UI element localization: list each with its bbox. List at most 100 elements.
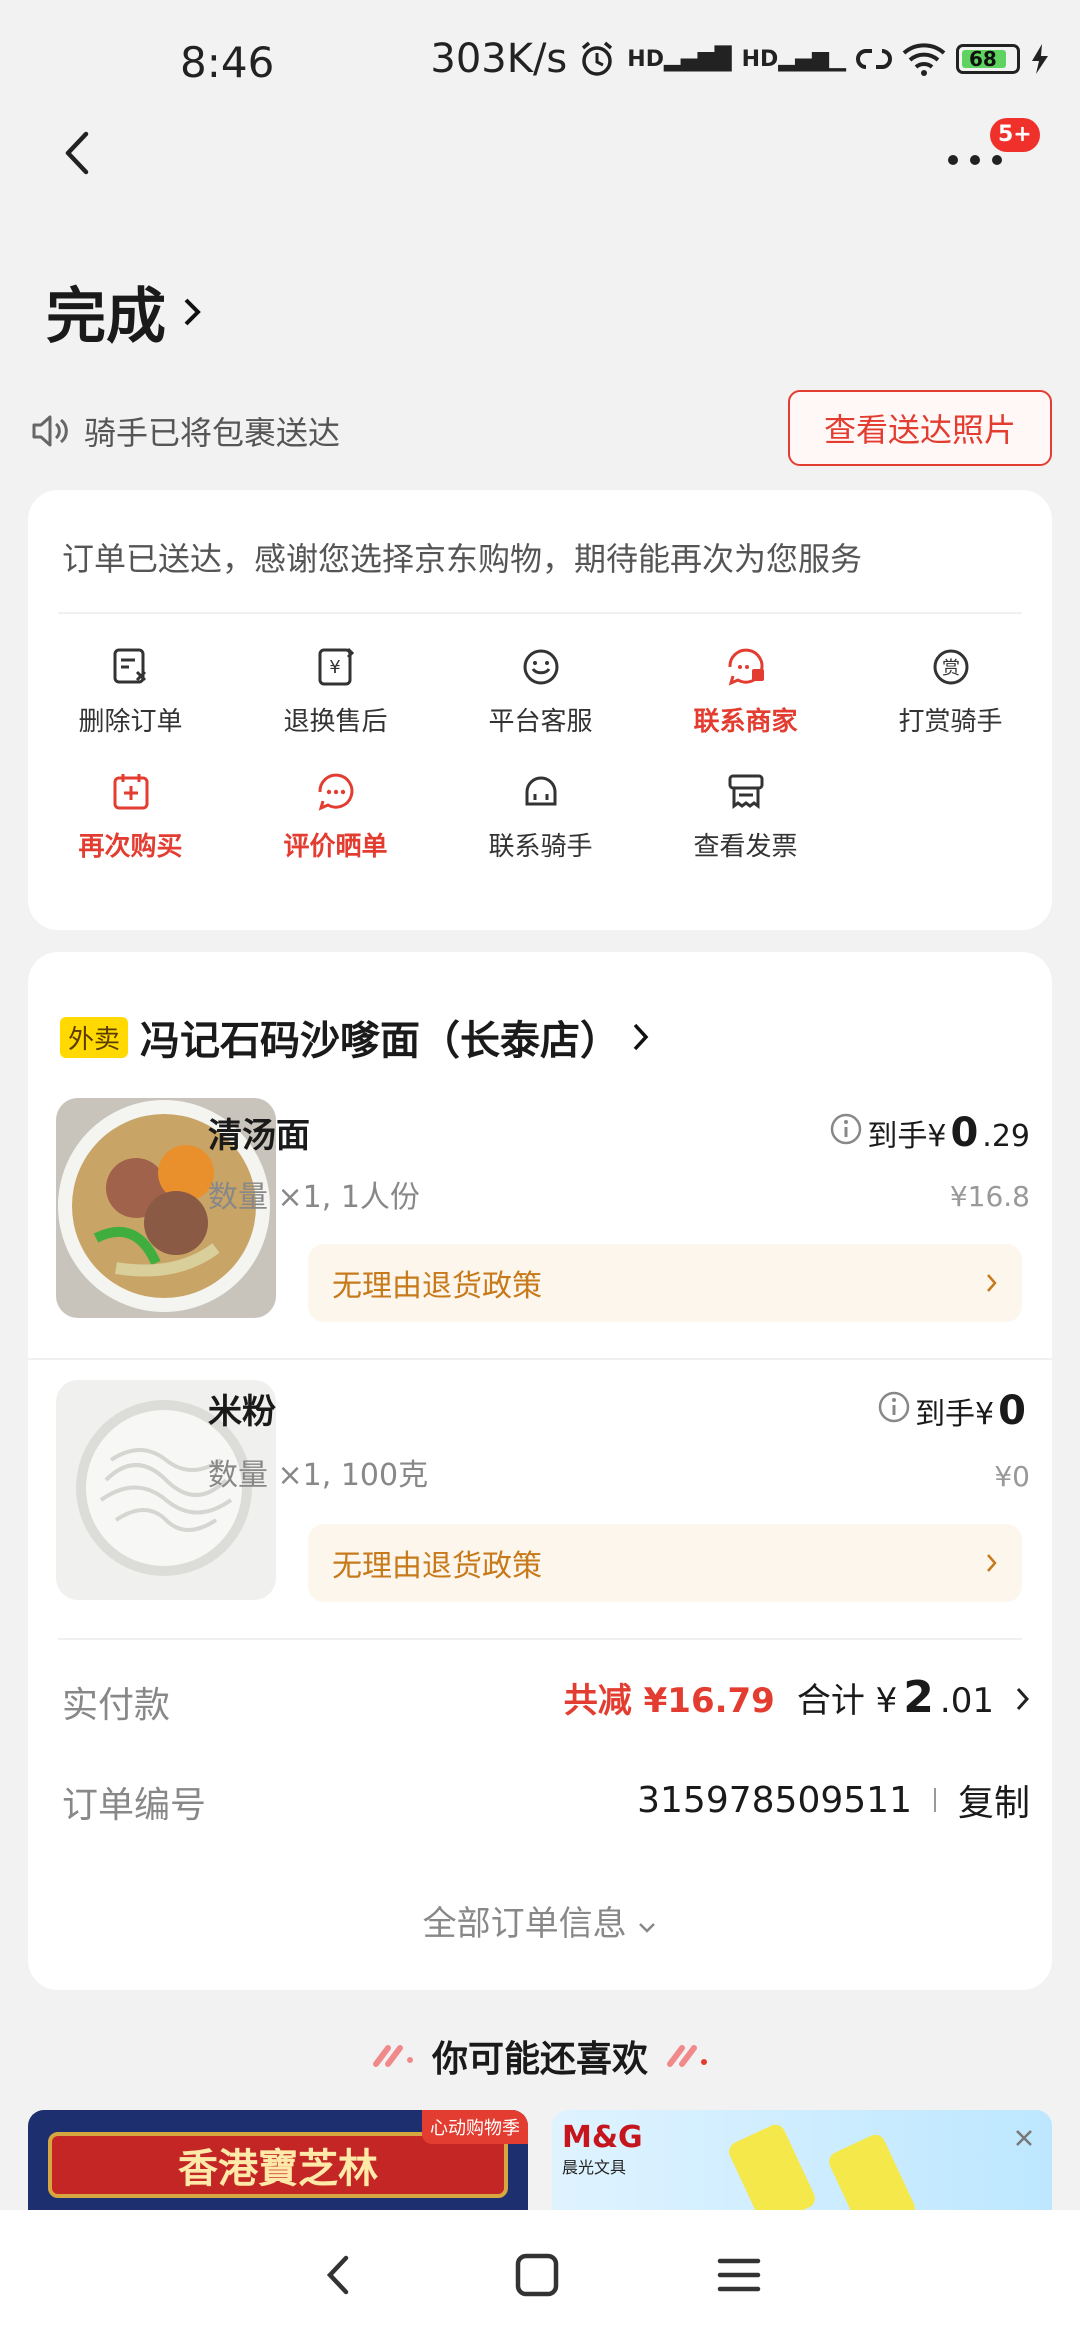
more-dot-icon <box>948 155 958 165</box>
paid-label: 实付款 <box>62 1685 171 1726</box>
price-int: 0 <box>950 1110 979 1156</box>
thanks-message: 订单已送达，感谢您选择京东购物，期待能再次为您服务 <box>62 540 863 578</box>
product-price: 到手¥ 0 <box>877 1388 1030 1434</box>
nav-back-icon[interactable] <box>318 2250 358 2300</box>
ad-tag: 心动购物季 <box>422 2110 528 2144</box>
back-icon[interactable] <box>58 128 98 178</box>
chevron-down-icon <box>639 1923 656 1933</box>
action-label: 退换售后 <box>283 707 388 737</box>
rebuy-button[interactable]: 再次购买 <box>28 770 233 863</box>
nav-menu-icon[interactable] <box>716 2255 762 2295</box>
action-label: 联系骑手 <box>488 832 593 862</box>
invoice-icon <box>728 774 763 809</box>
action-grid: 删除订单 ¥ 退换售后 平台客服 联系商家 赏 打赏骑手 再次购买 评价晒单 联… <box>28 645 1052 863</box>
customer-service-button[interactable]: 平台客服 <box>438 645 643 738</box>
tip-rider-button[interactable]: 赏 打赏骑手 <box>848 645 1053 738</box>
alarm-icon <box>582 41 613 76</box>
review-icon <box>317 773 353 811</box>
wifi-icon <box>902 43 946 76</box>
divider <box>58 1638 1022 1640</box>
all-info-text: 全部订单信息 <box>422 1904 627 1944</box>
chevron-right-icon <box>633 1023 649 1051</box>
recommend-ad-2[interactable]: M&G 晨光文具 <box>552 2110 1052 2210</box>
divider <box>28 1358 1052 1360</box>
merchant-icon <box>727 648 764 686</box>
status-icons: 303K/s HD▂▄▆█ HD▂▄▆▁ 68 <box>430 36 1050 82</box>
contact-merchant-button[interactable]: 联系商家 <box>643 645 848 738</box>
review-button[interactable]: 评价晒单 <box>233 770 438 863</box>
action-label: 再次购买 <box>78 832 183 862</box>
order-number: 315978509511 <box>637 1779 912 1821</box>
product-quantity: 数量 ×1, 1人份 <box>208 1180 420 1215</box>
total-amount: 合计 ¥2.01 <box>797 1672 994 1723</box>
view-delivery-photo-button[interactable]: 查看送达照片 <box>788 390 1052 466</box>
rider-icon <box>525 776 556 806</box>
signal-hd-1-icon: HD▂▄▆█ <box>627 46 732 72</box>
more-dot-icon <box>992 155 1002 165</box>
chevron-right-icon <box>1016 1687 1030 1711</box>
charging-icon <box>1032 44 1048 74</box>
page-title: 完成 <box>46 282 166 352</box>
recommend-ad-1[interactable]: 香港寶芝林 心动购物季 <box>28 2110 528 2210</box>
return-policy-link[interactable]: 无理由退货政策 <box>308 1524 1022 1602</box>
chevron-right-icon <box>987 1274 997 1292</box>
signal-hd-2-icon: HD▂▄▆▁ <box>741 46 846 72</box>
product-price: 到手¥ 0.29 <box>829 1110 1030 1156</box>
action-label: 评价晒单 <box>283 832 388 862</box>
customer-service-icon <box>523 649 558 685</box>
order-number-row: 315978509511 复制 <box>637 1774 1030 1826</box>
total-dec: .01 <box>939 1681 994 1721</box>
notification-badge: 5+ <box>990 118 1040 152</box>
product-name: 清汤面 <box>208 1116 310 1156</box>
notice-text: 骑手已将包裹送达 <box>84 414 341 452</box>
copy-button[interactable]: 复制 <box>958 1774 1030 1826</box>
network-speed: 303K/s <box>430 36 568 82</box>
all-order-info-link[interactable]: 全部订单信息 <box>28 1896 1052 1945</box>
action-label: 删除订单 <box>78 707 183 737</box>
delete-order-icon <box>113 648 146 684</box>
original-price: ¥16.8 <box>949 1180 1030 1213</box>
divider <box>58 612 1022 614</box>
ad-brand: M&G <box>562 2120 643 2155</box>
ad-product-image <box>825 2131 919 2210</box>
action-label: 打赏骑手 <box>898 707 1003 737</box>
view-invoice-button[interactable]: 查看发票 <box>643 770 848 863</box>
link-icon <box>856 49 892 69</box>
order-detail-card: 外卖 冯记石码沙嗲面（长泰店） 清汤面 数量 ×1, 1人份 到手¥ 0.29 ¥… <box>28 952 1052 1990</box>
payment-summary[interactable]: 共减 ¥16.79 合计 ¥2.01 <box>564 1672 1030 1723</box>
info-icon[interactable] <box>829 1112 863 1146</box>
decor-left-icon <box>372 2045 413 2067</box>
return-policy-link[interactable]: 无理由退货政策 <box>308 1244 1022 1322</box>
rider-notice: 骑手已将包裹送达 <box>30 408 340 454</box>
close-icon[interactable] <box>1014 2128 1034 2148</box>
separator <box>933 1788 936 1812</box>
return-icon: ¥ <box>318 647 354 686</box>
contact-rider-button[interactable]: 联系骑手 <box>438 770 643 863</box>
action-label: 平台客服 <box>488 707 593 737</box>
chevron-right-icon <box>184 298 201 325</box>
price-prefix: 到手¥ <box>867 1119 947 1154</box>
system-navigation-bar <box>0 2210 1080 2340</box>
order-status-title[interactable]: 完成 <box>46 268 202 355</box>
price-dec: .29 <box>982 1119 1030 1154</box>
delete-order-button[interactable]: 删除订单 <box>28 645 233 738</box>
nav-home-icon[interactable] <box>514 2252 560 2298</box>
battery-icon: 68 <box>956 44 1020 74</box>
speaker-icon <box>32 415 68 447</box>
ad-product-image <box>725 2121 819 2210</box>
policy-text: 无理由退货政策 <box>332 1269 542 1304</box>
policy-text: 无理由退货政策 <box>332 1549 542 1584</box>
original-price: ¥0 <box>994 1460 1030 1493</box>
price-int: 0 <box>998 1388 1026 1434</box>
info-icon[interactable] <box>877 1390 911 1424</box>
store-name: 冯记石码沙嗲面（长泰店） <box>140 1018 621 1064</box>
return-service-button[interactable]: ¥ 退换售后 <box>233 645 438 738</box>
rebuy-icon <box>113 774 148 810</box>
store-link[interactable]: 外卖 冯记石码沙嗲面（长泰店） <box>60 1008 650 1066</box>
svg-text:¥: ¥ <box>329 657 340 678</box>
price-prefix: 到手¥ <box>915 1397 995 1432</box>
recommend-header: 你可能还喜欢 <box>0 2030 1080 2082</box>
decor-right-icon <box>667 2045 707 2067</box>
discount-amount: 共减 ¥16.79 <box>563 1681 775 1721</box>
recommend-title: 你可能还喜欢 <box>431 2039 648 2080</box>
